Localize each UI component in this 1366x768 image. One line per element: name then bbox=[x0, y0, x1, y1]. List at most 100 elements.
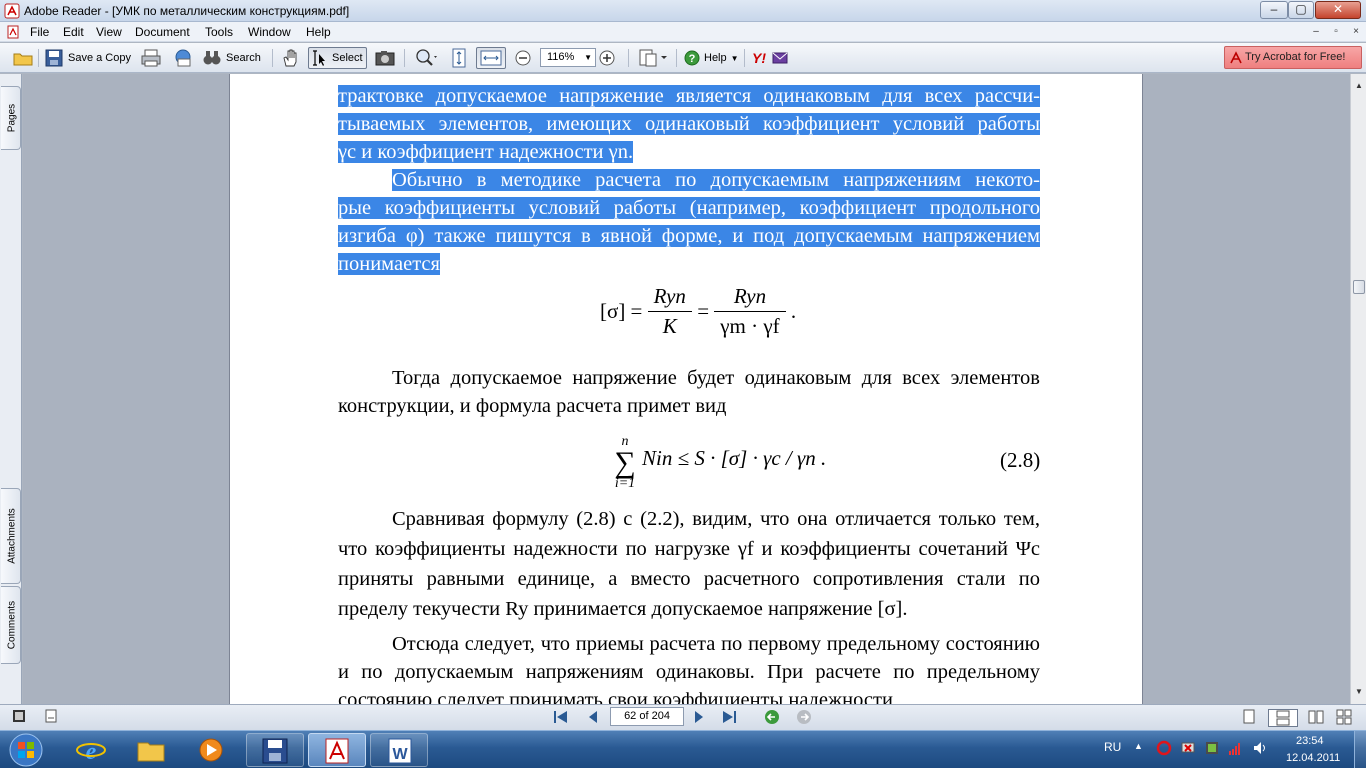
snapshot-button[interactable] bbox=[374, 47, 396, 69]
sum-sign: ∑ bbox=[614, 446, 636, 479]
fit-width-icon bbox=[480, 50, 502, 66]
previous-view-button[interactable] bbox=[764, 709, 780, 727]
first-page-button[interactable] bbox=[552, 709, 570, 727]
zoom-level-input[interactable]: 116% ▼ bbox=[540, 48, 596, 67]
formula-strength-check: Nin ≤ S · [σ] · γc / γn . bbox=[642, 446, 827, 470]
try-acrobat-button[interactable]: Try Acrobat for Free! bbox=[1224, 46, 1362, 69]
save-disk-icon bbox=[45, 49, 63, 67]
forward-arrow-icon bbox=[797, 710, 811, 724]
start-button[interactable] bbox=[4, 732, 48, 768]
menu-tools[interactable]: Tools bbox=[205, 25, 233, 39]
zoom-out-button[interactable] bbox=[514, 47, 532, 69]
zoom-tool-button[interactable] bbox=[414, 47, 438, 69]
open-button[interactable] bbox=[12, 47, 34, 69]
vertical-scrollbar[interactable]: ▲ ▼ bbox=[1350, 74, 1366, 704]
fit-width-button[interactable] bbox=[476, 47, 506, 69]
formula-equals: = bbox=[697, 299, 710, 323]
signal-bars-icon[interactable] bbox=[1228, 740, 1244, 756]
help-dropdown-icon: ▼ bbox=[730, 53, 739, 63]
tab-attachments[interactable]: Attachments bbox=[1, 488, 21, 584]
paragraph-highlighted-1[interactable]: трактовке допускаемое напряжение являетс… bbox=[338, 82, 1040, 166]
hand-tool-button[interactable] bbox=[280, 47, 302, 69]
next-view-button[interactable] bbox=[796, 709, 812, 727]
zoom-in-button[interactable] bbox=[598, 47, 616, 69]
scroll-down-icon[interactable]: ▼ bbox=[1352, 684, 1366, 700]
menu-window[interactable]: Window bbox=[248, 25, 291, 39]
yahoo-extra-button[interactable] bbox=[772, 47, 788, 69]
adobe-reader-logo-icon bbox=[4, 3, 20, 19]
yahoo-toolbar-button[interactable]: Y! bbox=[752, 47, 766, 69]
paragraph-5[interactable]: Отсюда следует, что приемы расчета по пе… bbox=[338, 630, 1040, 704]
paragraph-highlighted-2[interactable]: Обычно в методике расчета по допускаемым… bbox=[338, 166, 1040, 278]
page-size-button[interactable] bbox=[44, 709, 58, 727]
help-icon: ? bbox=[684, 50, 700, 66]
back-arrow-icon bbox=[765, 710, 779, 724]
single-page-view-button[interactable] bbox=[1242, 709, 1256, 727]
menu-bar: File Edit View Document Tools Window Hel… bbox=[0, 22, 1366, 42]
tab-comments[interactable]: Comments bbox=[1, 586, 21, 664]
email-button[interactable] bbox=[172, 47, 194, 69]
menu-view[interactable]: View bbox=[96, 25, 122, 39]
save-copy-label: Save a Copy bbox=[68, 52, 131, 64]
menu-edit[interactable]: Edit bbox=[63, 25, 84, 39]
previous-page-button[interactable] bbox=[586, 709, 600, 727]
network-error-icon[interactable] bbox=[1180, 740, 1196, 756]
svg-text:e: e bbox=[86, 739, 97, 765]
tab-comments-label: Comments bbox=[6, 600, 18, 650]
taskbar-word[interactable]: W bbox=[370, 733, 428, 767]
opera-icon[interactable] bbox=[1156, 740, 1172, 756]
taskbar-save-app[interactable] bbox=[246, 733, 304, 767]
show-hidden-icons-icon[interactable]: ▲ bbox=[1134, 741, 1143, 751]
taskbar-explorer[interactable] bbox=[122, 733, 180, 767]
menu-file[interactable]: File bbox=[30, 25, 49, 39]
print-button[interactable] bbox=[140, 47, 162, 69]
taskbar-media-player[interactable] bbox=[182, 733, 240, 767]
scroll-thumb[interactable] bbox=[1353, 280, 1365, 294]
paragraph-3[interactable]: Тогда допускаемое напряжение будет одина… bbox=[338, 364, 1040, 420]
search-button[interactable]: Search bbox=[202, 47, 261, 69]
clock-date[interactable]: 12.04.2011 bbox=[1286, 752, 1340, 764]
menu-document[interactable]: Document bbox=[135, 25, 190, 39]
fit-page-button[interactable] bbox=[450, 47, 468, 69]
minimize-button[interactable]: – bbox=[1260, 1, 1288, 19]
next-page-button[interactable] bbox=[692, 709, 706, 727]
selected-line: γc и коэффициент надежности γn. bbox=[338, 141, 634, 163]
save-copy-button[interactable]: Save a Copy bbox=[44, 47, 131, 69]
help-button[interactable]: ? Help ▼ bbox=[684, 47, 739, 69]
svg-text:?: ? bbox=[689, 53, 696, 65]
paragraph-4[interactable]: Сравнивая формулу (2.8) с (2.2), видим, … bbox=[338, 504, 1040, 624]
doc-restore-button[interactable]: ▫ bbox=[1328, 25, 1344, 39]
volume-icon[interactable] bbox=[1252, 740, 1268, 756]
taskbar-adobe-reader[interactable] bbox=[308, 733, 366, 767]
last-page-button[interactable] bbox=[720, 709, 738, 727]
doc-close-button[interactable]: × bbox=[1348, 25, 1364, 39]
panel-icon bbox=[13, 710, 25, 722]
acrobat-logo-icon bbox=[1230, 51, 1242, 64]
tray-app-icon[interactable] bbox=[1204, 740, 1220, 756]
continuous-facing-icon bbox=[1336, 709, 1352, 725]
show-navigation-button[interactable] bbox=[12, 709, 26, 727]
paragraph-4-text: Сравнивая формулу (2.8) с (2.2), видим, … bbox=[338, 508, 1040, 620]
language-indicator[interactable]: RU bbox=[1104, 740, 1121, 754]
select-tool-button[interactable]: Select bbox=[308, 47, 367, 69]
scroll-up-icon[interactable]: ▲ bbox=[1352, 78, 1366, 94]
maximize-button[interactable]: ▢ bbox=[1288, 1, 1314, 19]
continuous-facing-view-button[interactable] bbox=[1336, 709, 1352, 727]
menu-help[interactable]: Help bbox=[306, 25, 331, 39]
pdf-page[interactable]: трактовке допускаемое напряжение являетс… bbox=[229, 74, 1143, 704]
page-number-input[interactable]: 62 of 204 bbox=[610, 707, 684, 726]
text-cursor-icon bbox=[313, 50, 325, 66]
page-display-button[interactable] bbox=[638, 47, 668, 69]
document-view[interactable]: трактовке допускаемое напряжение являетс… bbox=[23, 74, 1350, 704]
close-button[interactable]: ✕ bbox=[1315, 1, 1361, 19]
selected-line: изгиба φ) также пишутся в явной форме, и… bbox=[338, 225, 1040, 247]
facing-view-button[interactable] bbox=[1308, 709, 1324, 727]
continuous-view-button[interactable] bbox=[1268, 709, 1298, 727]
clock-time[interactable]: 23:54 bbox=[1296, 735, 1324, 747]
yahoo-mail-icon bbox=[772, 52, 788, 64]
doc-minimize-button[interactable]: – bbox=[1308, 25, 1324, 39]
taskbar-internet-explorer[interactable]: e bbox=[62, 733, 120, 767]
tab-pages[interactable]: Pages bbox=[1, 86, 21, 150]
help-label: Help bbox=[704, 52, 727, 64]
show-desktop-button[interactable] bbox=[1354, 731, 1366, 768]
